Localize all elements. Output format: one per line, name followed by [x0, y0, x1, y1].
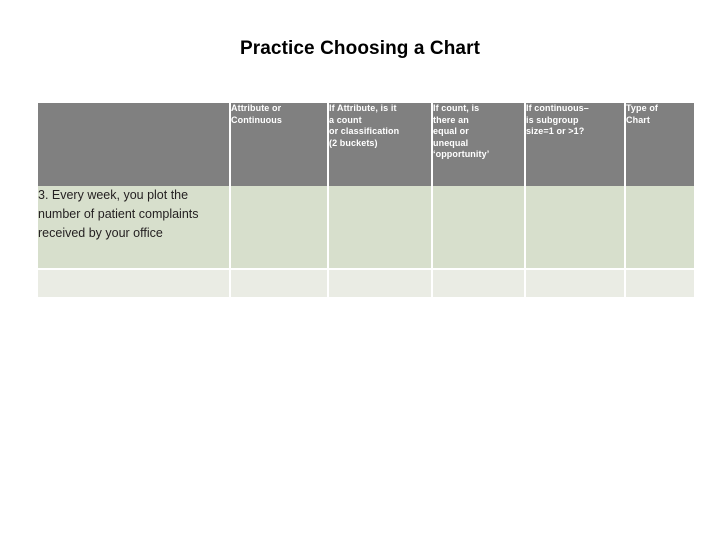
page-title: Practice Choosing a Chart: [239, 38, 481, 59]
table-row: [38, 269, 694, 297]
table-header-row: Attribute or Continuous If Attribute, is …: [38, 103, 694, 186]
header-line: a count: [329, 114, 362, 125]
table-cell-subgroup-size[interactable]: [525, 186, 626, 270]
table-cell-scenario: 3. Every week, you plot the number of pa…: [38, 186, 231, 270]
header-line: If continuous–: [526, 103, 589, 113]
table-header-attribute-or-continuous: Attribute or Continuous: [230, 103, 329, 186]
table-cell-type-of-chart[interactable]: [625, 269, 694, 297]
header-line: Chart: [626, 114, 651, 125]
header-line: If Attribute, is it: [329, 103, 397, 113]
table-cell-attribute-or-continuous[interactable]: [230, 186, 329, 270]
header-line: ‘opportunity’: [433, 149, 490, 159]
header-line: Continuous: [231, 114, 282, 125]
header-line: If count, is: [433, 103, 480, 113]
table-cell-count-or-classification[interactable]: [328, 269, 433, 297]
table-header-equal-or-unequal: If count, is there an equal or unequal ‘oppo…: [432, 103, 526, 186]
table-cell-attribute-or-continuous[interactable]: [230, 269, 329, 297]
table-cell-equal-or-unequal[interactable]: [432, 186, 526, 270]
header-line: (2 buckets): [329, 137, 378, 148]
header-line: is subgroup: [526, 114, 579, 125]
table-cell-scenario[interactable]: [38, 269, 231, 297]
chart-selection-table: Attribute or Continuous If Attribute, is …: [38, 103, 694, 297]
table-cell-count-or-classification[interactable]: [328, 186, 433, 270]
table-cell-equal-or-unequal[interactable]: [432, 269, 526, 297]
header-line: Attribute or: [231, 103, 282, 113]
slide-canvas: Practice Choosing a Chart Attribute or Co…: [0, 0, 720, 540]
table-header-subgroup-size: If continuous– is subgroup size=1 or >1?: [525, 103, 626, 186]
header-line: equal or: [433, 126, 469, 136]
header-line: Type of: [626, 103, 659, 113]
header-line: or classification: [329, 126, 400, 136]
table-header-count-or-classification: If Attribute, is it a count or classificat…: [328, 103, 433, 186]
header-line: size=1 or >1?: [526, 126, 585, 136]
table-cell-type-of-chart[interactable]: [625, 186, 694, 270]
table-cell-subgroup-size[interactable]: [525, 269, 626, 297]
table-header-corner: [38, 103, 231, 186]
header-line: unequal: [433, 137, 469, 148]
header-line: there an: [433, 114, 469, 125]
table-header-type-of-chart: Type of Chart: [625, 103, 694, 186]
table-row: 3. Every week, you plot the number of pa…: [38, 186, 694, 270]
